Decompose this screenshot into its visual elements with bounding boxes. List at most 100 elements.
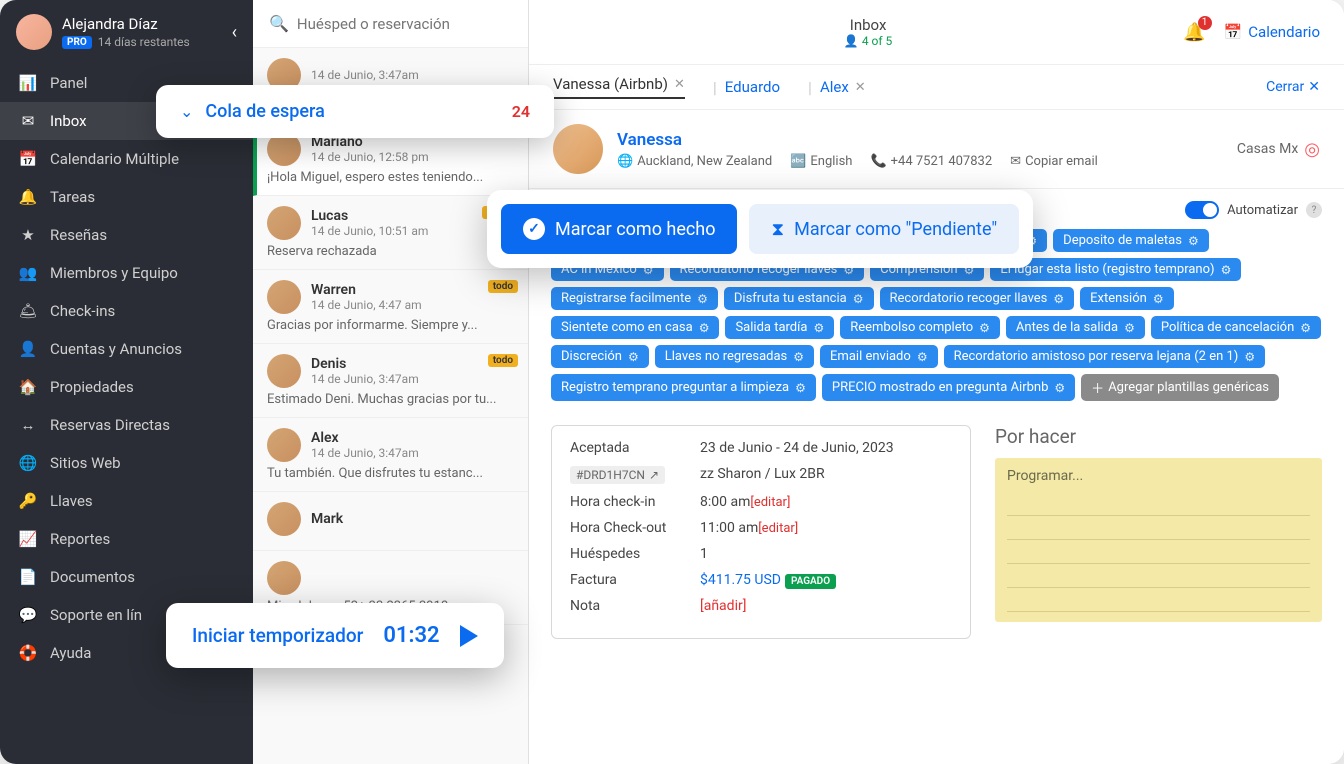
mark-pending-button[interactable]: ⧗ Marcar como "Pendiente" [749, 204, 1019, 254]
collapse-sidebar-icon[interactable]: ‹ [232, 22, 237, 43]
conv-avatar [267, 354, 301, 388]
gear-icon[interactable]: ⚙ [1053, 292, 1064, 306]
calendar-link[interactable]: 📅 Calendario [1224, 23, 1320, 41]
template-tag[interactable]: Deposito de maletas⚙ [1053, 229, 1209, 252]
tabs-row: Vanessa (Airbnb)✕ | Eduardo | Alex✕ Cerr… [529, 65, 1344, 110]
nav-icon: 💬 [18, 606, 38, 624]
nav-icon: 🏠 [18, 378, 38, 396]
template-tag[interactable]: Recordatorio amistoso por reserva lejana… [944, 345, 1266, 368]
template-tag[interactable]: Reembolso completo ⚙ [840, 316, 1000, 339]
template-tag[interactable]: Sientete como en casa ⚙ [551, 316, 719, 339]
template-tag[interactable]: Disfruta tu estancia⚙ [724, 287, 874, 310]
edit-checkin-link[interactable]: [editar] [750, 495, 790, 510]
tab-eduardo[interactable]: Eduardo [725, 78, 780, 96]
conversation-item[interactable]: Denis 14 de Junio, 3:47am Estimado Deni.… [253, 344, 528, 418]
todo-note[interactable]: Programar... [995, 458, 1322, 622]
close-icon[interactable]: ✕ [674, 77, 685, 92]
guest-header: Vanessa 🌐 Auckland, New Zealand 🔤 Englis… [529, 110, 1344, 189]
gear-icon[interactable]: ⚙ [699, 321, 710, 335]
gear-icon[interactable]: ⚙ [697, 292, 708, 306]
copy-email-link[interactable]: ✉ Copiar email [1010, 154, 1098, 169]
gear-icon[interactable]: ⚙ [628, 350, 639, 364]
add-template-button[interactable]: ＋Agregar plantillas genéricas [1081, 374, 1279, 401]
tab-alex[interactable]: Alex✕ [820, 78, 866, 96]
play-icon[interactable] [460, 625, 478, 647]
tab-vanessa[interactable]: Vanessa (Airbnb)✕ [553, 75, 685, 99]
gear-icon[interactable]: ⚙ [795, 381, 806, 395]
gear-icon[interactable]: ⚙ [793, 350, 804, 364]
gear-icon[interactable]: ⚙ [1221, 263, 1232, 277]
nav-item-documentos[interactable]: 📄Documentos [0, 558, 253, 596]
timer-label: Iniciar temporizador [192, 624, 363, 647]
nav-item-check-ins[interactable]: 🛎Check-ins [0, 292, 253, 330]
top-bar: Inbox 👤 4 of 5 🔔 1 📅 Calendario [529, 0, 1344, 65]
gear-icon[interactable]: ⚙ [979, 321, 990, 335]
gear-icon[interactable]: ⚙ [1188, 234, 1199, 248]
nav-item-propiedades[interactable]: 🏠 Propiedades [0, 368, 253, 406]
template-tag[interactable]: Política de cancelación⚙ [1151, 316, 1321, 339]
template-label: Reembolso completo [850, 320, 973, 335]
template-tag[interactable]: PRECIO mostrado en pregunta Airbnb⚙ [822, 374, 1075, 401]
gear-icon[interactable]: ⚙ [1153, 292, 1164, 306]
help-icon[interactable]: ? [1306, 202, 1322, 218]
user-avatar[interactable] [16, 14, 52, 50]
inbox-title: Inbox [553, 16, 1183, 34]
reservation-code[interactable]: #DRD1H7CN ↗ [570, 466, 665, 484]
nav-label: Ayuda [50, 644, 91, 662]
template-tag[interactable]: Email enviado⚙ [820, 345, 938, 368]
template-tag[interactable]: Registrarse facilmente⚙ [551, 287, 718, 310]
close-icon[interactable]: ✕ [855, 80, 866, 95]
search-input[interactable] [297, 15, 512, 33]
gear-icon[interactable]: ⚙ [853, 292, 864, 306]
nav-label: Cuentas y Anuncios [50, 340, 182, 358]
template-tag[interactable]: Discreción ⚙ [551, 345, 649, 368]
edit-checkout-link[interactable]: [editar] [758, 521, 798, 536]
template-tag[interactable]: Recordatorio recoger llaves⚙ [880, 287, 1075, 310]
nav-icon: 🛟 [18, 644, 38, 662]
gear-icon[interactable]: ⚙ [1244, 350, 1255, 364]
todo-title: Por hacer [995, 425, 1322, 448]
conv-date: 14 de Junio, 3:47am [311, 446, 419, 460]
template-tag[interactable]: Extensión ⚙ [1080, 287, 1173, 310]
nav-item-llaves[interactable]: 🔑Llaves [0, 482, 253, 520]
mark-done-button[interactable]: ✓ Marcar como hecho [501, 204, 737, 254]
conv-date: 14 de Junio, 3:47am [311, 372, 419, 386]
add-note-link[interactable]: [añadir] [700, 598, 746, 614]
conversation-item[interactable]: Warren 14 de Junio, 4:47 am Gracias por … [253, 270, 528, 344]
template-tag[interactable]: Llaves no regresadas⚙ [655, 345, 814, 368]
invoice-amount[interactable]: $411.75 USD [700, 572, 781, 588]
days-remaining: 14 días restantes [98, 35, 190, 49]
reservation-dates: 23 de Junio - 24 de Junio, 2023 [700, 440, 894, 456]
gear-icon[interactable]: ⚙ [1124, 321, 1135, 335]
template-label: Sientete como en casa [561, 320, 693, 335]
queue-popover[interactable]: ⌄ Cola de espera 24 [156, 85, 554, 138]
template-tag[interactable]: Registro temprano preguntar a limpieza⚙ [551, 374, 816, 401]
guest-language: 🔤 English [790, 154, 852, 169]
nav-item-reportes[interactable]: 📈Reportes [0, 520, 253, 558]
nav-item-calendario-múltiple[interactable]: 📅Calendario Múltiple [0, 140, 253, 178]
gear-icon[interactable]: ⚙ [1300, 321, 1311, 335]
nav-item-cuentas-y-anuncios[interactable]: 👤Cuentas y Anuncios [0, 330, 253, 368]
gear-icon[interactable]: ⚙ [1054, 381, 1065, 395]
nav-item-reservas-directas[interactable]: ↔Reservas Directas [0, 406, 253, 444]
guest-name[interactable]: Vanessa [617, 130, 1223, 150]
template-label: Extensión [1090, 291, 1147, 306]
nav-item-reseñas[interactable]: ★Reseñas [0, 216, 253, 254]
notifications-button[interactable]: 🔔 1 [1183, 22, 1205, 43]
close-all-link[interactable]: Cerrar ✕ [1266, 79, 1320, 95]
guest-avatar[interactable] [553, 124, 603, 174]
template-tag[interactable]: Antes de la salida⚙ [1006, 316, 1145, 339]
nav-item-sitios-web[interactable]: 🌐Sitios Web [0, 444, 253, 482]
template-tag[interactable]: Salida tardía⚙ [725, 316, 834, 339]
automate-toggle[interactable] [1185, 201, 1219, 219]
invoice-label: Factura [570, 572, 700, 588]
nav-item-tareas[interactable]: 🔔Tareas [0, 178, 253, 216]
gear-icon[interactable]: ⚙ [917, 350, 928, 364]
nav-item-miembros-y-equipo[interactable]: 👥Miembros y Equipo [0, 254, 253, 292]
gear-icon[interactable]: ⚙ [813, 321, 824, 335]
template-label: Discreción [561, 349, 622, 364]
conversation-item[interactable]: Alex 14 de Junio, 3:47am Tu también. Que… [253, 418, 528, 492]
nav-label: Propiedades [50, 378, 134, 396]
conversation-item[interactable]: Mark [253, 492, 528, 551]
conv-preview: Reserva rechazada [267, 244, 516, 259]
